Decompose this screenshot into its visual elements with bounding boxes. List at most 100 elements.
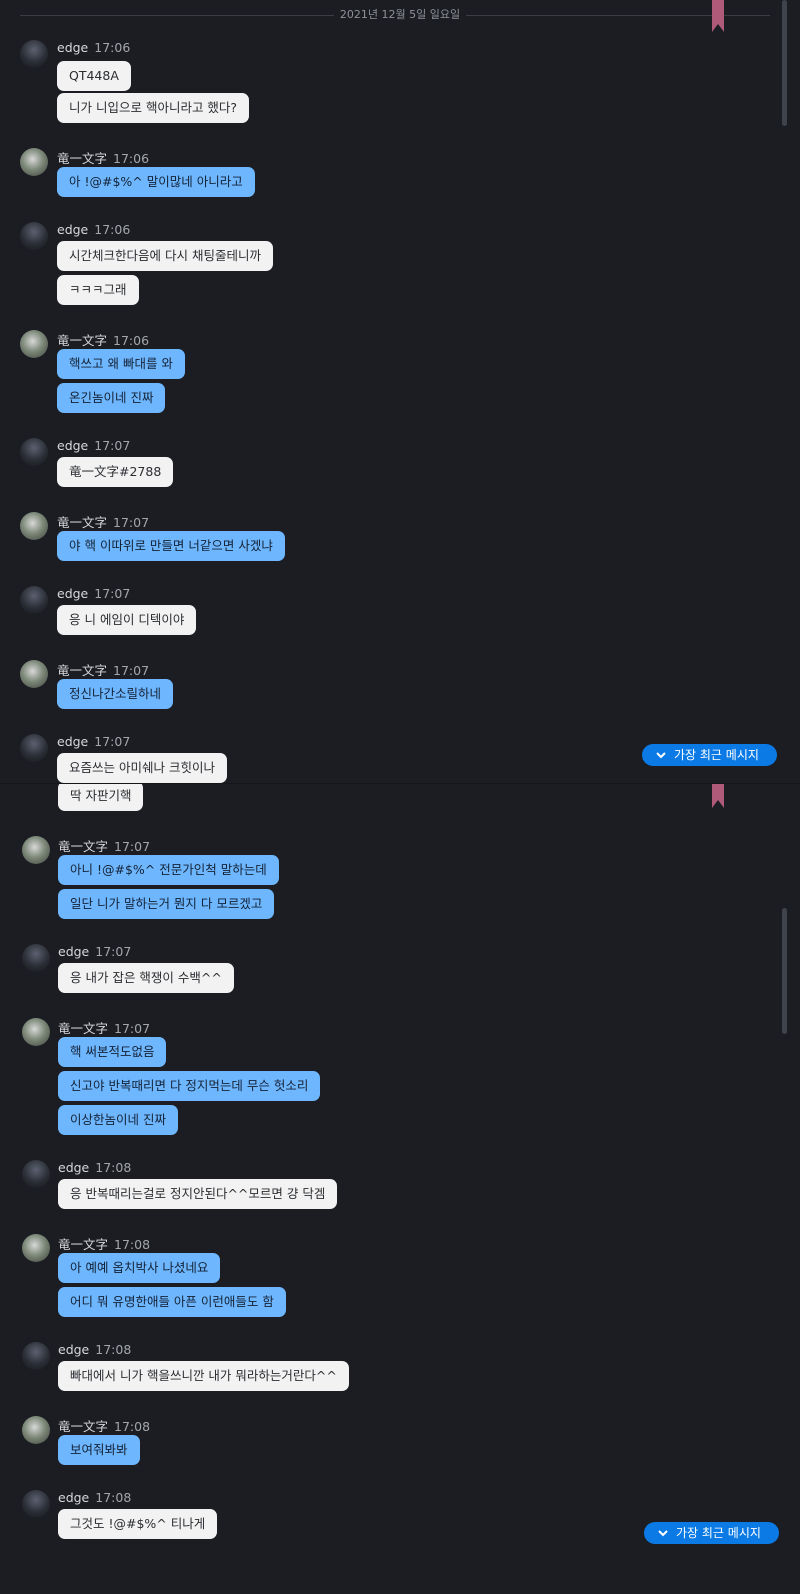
bookmark-ribbon-icon bbox=[712, 0, 724, 32]
sender-name[interactable]: 竜一文字 bbox=[58, 1021, 108, 1036]
message-header: edge 17:08 bbox=[58, 1490, 131, 1505]
message-header: edge 17:07 bbox=[57, 734, 130, 749]
message-bubble[interactable]: 그것도 !@#$%^ 티나게 bbox=[58, 1509, 218, 1539]
message-header: edge 17:06 bbox=[57, 40, 130, 55]
avatar[interactable] bbox=[22, 944, 50, 972]
message-time: 17:07 bbox=[95, 944, 132, 959]
message-header: 竜一文字 17:08 bbox=[58, 1416, 150, 1435]
jump-to-latest-label: 가장 최근 메시지 bbox=[676, 1526, 761, 1540]
avatar[interactable] bbox=[20, 438, 48, 466]
message-header: edge 17:08 bbox=[58, 1160, 131, 1175]
jump-to-latest-label: 가장 최근 메시지 bbox=[674, 748, 759, 762]
message-header: edge 17:06 bbox=[57, 222, 130, 237]
message-bubble[interactable]: 일단 니가 말하는거 뭔지 다 모르겠고 bbox=[58, 889, 275, 919]
message-bubble[interactable]: 아니 !@#$%^ 전문가인척 말하는데 bbox=[58, 855, 279, 885]
message-bubble[interactable]: 신고야 반복때리면 다 정지먹는데 무슨 헛소리 bbox=[58, 1071, 321, 1101]
sender-name[interactable]: 竜一文字 bbox=[57, 151, 107, 166]
sender-name[interactable]: 竜一文字 bbox=[57, 663, 107, 678]
message-time: 17:08 bbox=[114, 1419, 151, 1434]
message-header: edge 17:07 bbox=[57, 586, 130, 601]
avatar[interactable] bbox=[20, 40, 48, 68]
sender-name[interactable]: 竜一文字 bbox=[58, 1419, 108, 1434]
message-bubble[interactable]: 요즘쓰는 아미쉐나 크힛이나 bbox=[57, 753, 227, 783]
sender-name[interactable]: edge bbox=[57, 734, 88, 749]
avatar[interactable] bbox=[20, 148, 48, 176]
message-bubble[interactable]: 어디 뭐 유명한애들 아픈 이런애들도 함 bbox=[58, 1287, 286, 1317]
message-bubble[interactable]: 딱 자판기핵 bbox=[58, 784, 144, 811]
bookmark-ribbon-icon bbox=[712, 784, 724, 808]
message-bubble[interactable]: 니가 니입으로 핵아니라고 했다? bbox=[57, 93, 250, 123]
message-bubble[interactable]: 아 !@#$%^ 말이많네 아니라고 bbox=[57, 167, 255, 197]
message-header: 竜一文字 17:06 bbox=[57, 148, 149, 167]
message-header: 竜一文字 17:07 bbox=[58, 1018, 150, 1037]
message-time: 17:08 bbox=[95, 1490, 132, 1505]
message-bubble[interactable]: 빠대에서 니가 핵을쓰니깐 내가 뭐라하는거란다^^ bbox=[58, 1361, 349, 1391]
message-time: 17:07 bbox=[94, 734, 131, 749]
message-bubble[interactable]: 시간체크한다음에 다시 채팅줄테니까 bbox=[57, 241, 273, 271]
message-bubble[interactable]: ㅋㅋㅋ그래 bbox=[57, 275, 139, 305]
message-bubble[interactable]: QT448A bbox=[57, 61, 131, 91]
message-bubble[interactable]: 핵쓰고 왜 빠대를 와 bbox=[57, 349, 185, 379]
avatar[interactable] bbox=[22, 1018, 50, 1046]
date-divider-label: 2021년 12월 5일 일요일 bbox=[333, 8, 467, 21]
sender-name[interactable]: edge bbox=[58, 1342, 89, 1357]
sender-name[interactable]: 竜一文字 bbox=[58, 1237, 108, 1252]
message-header: 竜一文字 17:07 bbox=[57, 512, 149, 531]
avatar[interactable] bbox=[20, 734, 48, 762]
avatar[interactable] bbox=[20, 512, 48, 540]
avatar[interactable] bbox=[22, 1490, 50, 1518]
jump-to-latest-button[interactable]: 가장 최근 메시지 bbox=[642, 744, 777, 766]
message-bubble[interactable]: 응 내가 잡은 핵쟁이 수백^^ bbox=[58, 963, 234, 993]
message-header: 竜一文字 17:08 bbox=[58, 1234, 150, 1253]
message-header: edge 17:07 bbox=[58, 944, 131, 959]
sender-name[interactable]: edge bbox=[58, 944, 89, 959]
avatar[interactable] bbox=[20, 330, 48, 358]
message-bubble[interactable]: 아 예예 옵치박사 나셨네요 bbox=[58, 1253, 221, 1283]
message-bubble[interactable]: 응 반복때리는걸로 정지안된다^^모르면 걍 닥겜 bbox=[58, 1179, 338, 1209]
avatar[interactable] bbox=[22, 1160, 50, 1188]
avatar[interactable] bbox=[20, 660, 48, 688]
sender-name[interactable]: edge bbox=[57, 222, 88, 237]
message-bubble[interactable]: 보여줘봐봐 bbox=[58, 1435, 140, 1465]
message-bubble[interactable]: 정신나간소릴하네 bbox=[57, 679, 174, 709]
scrollbar[interactable] bbox=[782, 908, 787, 1034]
sender-name[interactable]: 竜一文字 bbox=[58, 839, 108, 854]
message-bubble[interactable]: 응 니 에임이 디텍이야 bbox=[57, 605, 197, 635]
message-time: 17:08 bbox=[95, 1160, 132, 1175]
sender-name[interactable]: edge bbox=[58, 1160, 89, 1175]
scrollbar[interactable] bbox=[782, 0, 787, 126]
sender-name[interactable]: 竜一文字 bbox=[57, 515, 107, 530]
message-time: 17:07 bbox=[113, 515, 150, 530]
chat-pane-bottom: 딱 자판기핵 竜一文字 17:07 아니 !@#$%^ 전문가인척 말하는데 일단… bbox=[0, 783, 800, 1594]
message-header: edge 17:08 bbox=[58, 1342, 131, 1357]
message-time: 17:06 bbox=[94, 40, 131, 55]
message-time: 17:06 bbox=[94, 222, 131, 237]
message-bubble[interactable]: 온긴놈이네 진짜 bbox=[57, 383, 166, 413]
sender-name[interactable]: edge bbox=[57, 40, 88, 55]
sender-name[interactable]: edge bbox=[58, 1490, 89, 1505]
avatar[interactable] bbox=[22, 836, 50, 864]
message-bubble[interactable]: 야 핵 이따위로 만들면 너같으면 사겠냐 bbox=[57, 531, 285, 561]
message-time: 17:07 bbox=[114, 839, 151, 854]
chat-pane-top: 2021년 12월 5일 일요일 edge 17:06 QT448A 니가 니입으… bbox=[0, 0, 800, 783]
avatar[interactable] bbox=[20, 222, 48, 250]
message-bubble[interactable]: 핵 써본적도없음 bbox=[58, 1037, 167, 1067]
sender-name[interactable]: edge bbox=[57, 438, 88, 453]
avatar[interactable] bbox=[22, 1342, 50, 1370]
message-time: 17:06 bbox=[113, 151, 150, 166]
jump-to-latest-button[interactable]: 가장 최근 메시지 bbox=[644, 1522, 779, 1544]
message-header: 竜一文字 17:07 bbox=[57, 660, 149, 679]
message-bubble[interactable]: 竜一文字#2788 bbox=[57, 457, 174, 487]
message-header: 竜一文字 17:06 bbox=[57, 330, 149, 349]
avatar[interactable] bbox=[22, 1416, 50, 1444]
avatar[interactable] bbox=[20, 586, 48, 614]
message-time: 17:07 bbox=[113, 663, 150, 678]
message-time: 17:08 bbox=[95, 1342, 132, 1357]
message-time: 17:07 bbox=[94, 586, 131, 601]
message-bubble[interactable]: 이상한놈이네 진짜 bbox=[58, 1105, 178, 1135]
avatar[interactable] bbox=[22, 1234, 50, 1262]
sender-name[interactable]: 竜一文字 bbox=[57, 333, 107, 348]
message-time: 17:07 bbox=[94, 438, 131, 453]
sender-name[interactable]: edge bbox=[57, 586, 88, 601]
message-time: 17:07 bbox=[114, 1021, 151, 1036]
